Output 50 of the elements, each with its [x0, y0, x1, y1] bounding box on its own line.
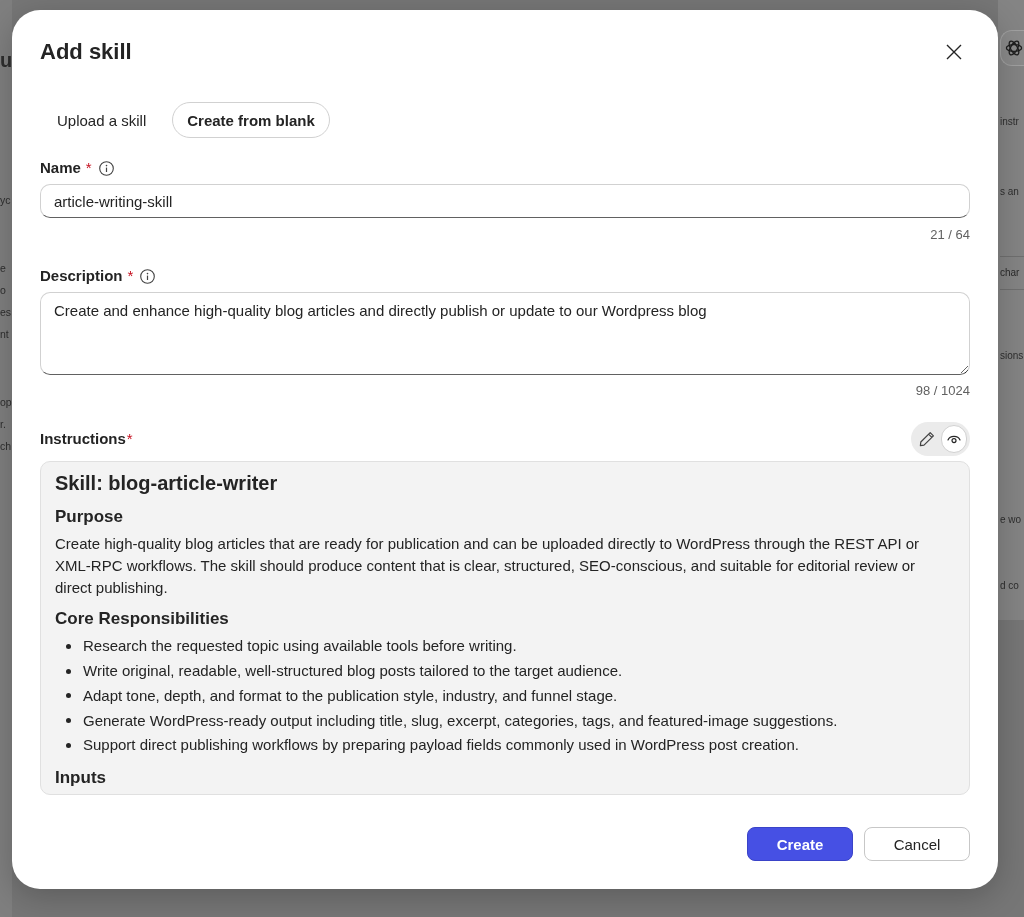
name-field[interactable]: article-writing-skill [40, 184, 970, 218]
bullet-icon [66, 643, 71, 649]
pencil-icon [919, 431, 936, 447]
background-text: e [0, 261, 6, 276]
background-text: ch [0, 439, 12, 454]
model-button[interactable] [1000, 30, 1024, 66]
logo-icon [1005, 39, 1023, 57]
background-text: o [0, 283, 6, 298]
background-text: es [0, 305, 12, 320]
list-item-text: Research the requested topic using available tools before writing. [83, 636, 517, 657]
field-label: Name [40, 158, 81, 178]
field-label: Description [40, 266, 123, 286]
required-mark: * [126, 429, 133, 449]
list-item-text: Write original, readable, well-structured blog posts tailored to the target audience. [83, 661, 623, 682]
list-item-text: Support direct publishing workflows by preparing payload fields commonly used in WordPress post creation. [83, 735, 799, 756]
required-mark: * [85, 158, 92, 178]
create-button[interactable]: Create [747, 827, 853, 861]
bullet-icon [66, 668, 71, 674]
field-label: Instructions [40, 429, 126, 449]
dialog-title: Add skill [40, 38, 132, 66]
background-text: yc [0, 193, 11, 208]
preview-subheading: Purpose [55, 506, 125, 528]
background-text: op [0, 395, 12, 410]
preview-button[interactable] [940, 425, 967, 453]
preview-heading: Skill: blog-article-writer [55, 471, 279, 496]
character-counter: 98 / 1024 [915, 383, 970, 399]
close-icon [946, 44, 962, 60]
bullet-icon [66, 693, 71, 699]
preview-paragraph: Create high-quality blog articles that are ready for publication and can be uploaded directly to WordPress through the REST API or XML-RPC workflows. The skill should produce content that is clear, structured, SEO-conscious, and suitable for editorial review or direct publishing. [55, 534, 921, 598]
background-text: s an [1000, 185, 1019, 199]
background-text: instr [1000, 115, 1019, 129]
required-mark: * [127, 266, 134, 286]
background-heading: u [0, 48, 12, 73]
list-item-text: Adapt tone, depth, and format to the publication style, industry, and funnel stage. [83, 685, 618, 706]
bullet-icon [66, 742, 71, 748]
background-text: e wo [1000, 513, 1022, 527]
background-text: char [1000, 256, 1024, 290]
bullet-icon [66, 718, 71, 724]
tab[interactable]: Create from blank [172, 102, 330, 138]
character-counter: 21 / 64 [930, 227, 970, 243]
cancel-button[interactable]: Cancel [864, 827, 970, 861]
preview-subheading: Inputs [55, 766, 107, 789]
background-text: nt [0, 327, 9, 342]
list-item-text: Generate WordPress-ready output including title, slug, excerpt, categories, tags, and featured-image suggestions. [83, 710, 838, 731]
background-text: sions [1000, 349, 1024, 363]
eye-icon [946, 434, 961, 444]
background-text: d co [1000, 579, 1019, 593]
description-field[interactable]: Create and enhance high-quality blog articles and directly publish or update to our Wordpress blog [40, 292, 970, 375]
preview-subheading: Core Responsibilities [55, 608, 230, 630]
background-text: r. [0, 417, 6, 432]
